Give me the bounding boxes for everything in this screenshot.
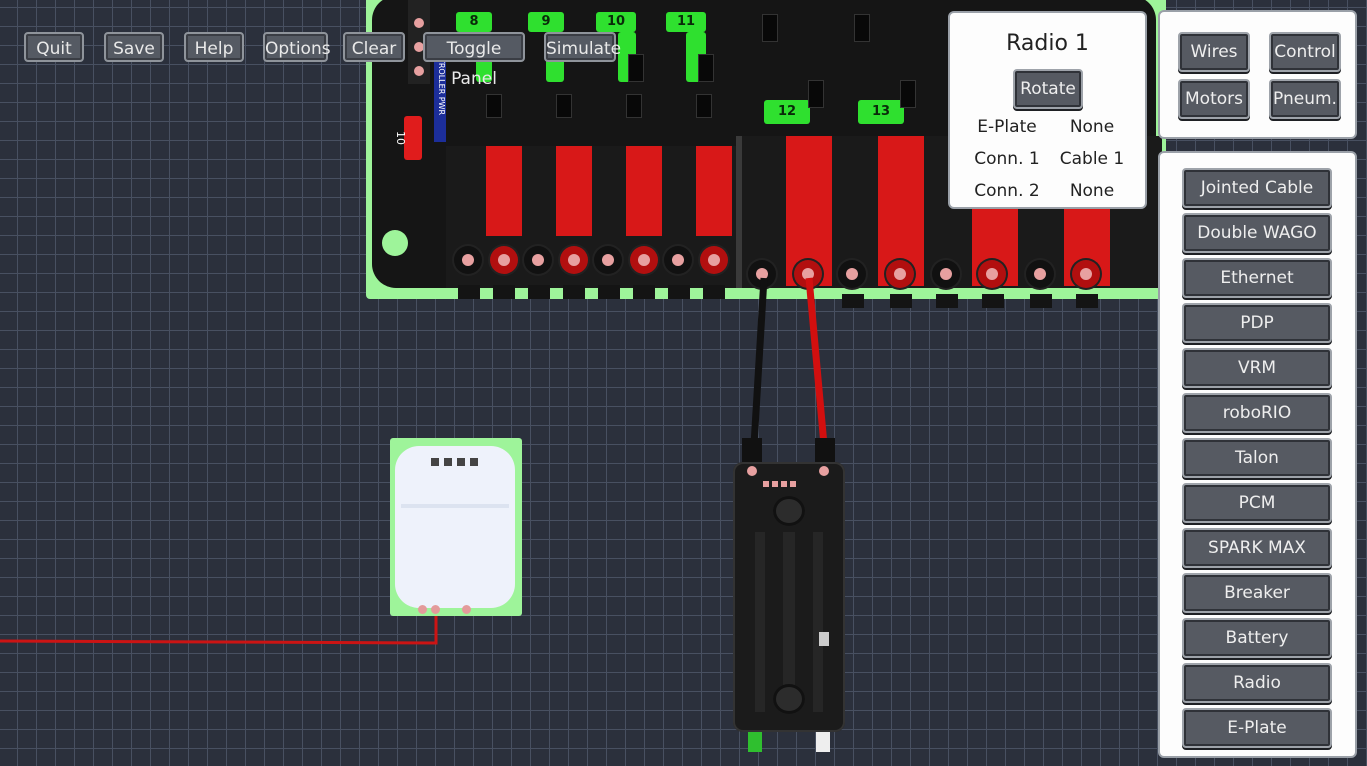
red-wire[interactable] [805,277,828,446]
signal-pins [763,481,797,487]
component-pdp[interactable]: PDP [1182,303,1332,343]
radio-port[interactable] [431,605,440,614]
properties-title: Radio 1 [1006,31,1089,56]
components-panel: Jointed Cable Double WAGO Ethernet PDP V… [1158,151,1357,758]
black-wire[interactable] [750,277,768,446]
prop-key-conn2: Conn. 2 [974,181,1040,201]
output-connector-white [816,732,830,752]
options-button[interactable]: Options [263,32,331,62]
radio-body [395,446,515,608]
radio-leds [431,458,479,466]
component-battery[interactable]: Battery [1182,618,1332,658]
component-jointed-cable[interactable]: Jointed Cable [1182,168,1332,208]
help-button[interactable]: Help [184,32,244,62]
power-port[interactable] [819,466,829,476]
toggle-panel-button[interactable]: Toggle Panel [423,32,525,89]
rotate-button[interactable]: Rotate [1013,69,1083,109]
prop-key-conn1: Conn. 1 [974,149,1040,169]
motors-category-button[interactable]: Motors [1178,79,1250,119]
wires-category-button[interactable]: Wires [1178,32,1250,72]
connector-red [815,438,835,462]
component-roborio[interactable]: roboRIO [1182,393,1332,433]
connector-black [742,438,762,462]
output-connector-green [748,732,762,752]
component-e-plate[interactable]: E-Plate [1182,708,1332,748]
component-radio[interactable]: Radio [1182,663,1332,703]
properties-panel: Radio 1 Rotate E-Plate None Conn. 1 Cabl… [948,11,1147,209]
red-signal-wire[interactable] [0,612,438,645]
radio-port[interactable] [462,605,471,614]
motor-controller[interactable] [733,462,845,732]
component-double-wago[interactable]: Double WAGO [1182,213,1332,253]
controller-rib [813,532,823,712]
prop-value-conn1: Cable 1 [1059,149,1125,169]
status-led [819,632,829,646]
radio-port[interactable] [418,605,427,614]
quit-button[interactable]: Quit [24,32,84,62]
component-spark-max[interactable]: SPARK MAX [1182,528,1332,568]
radio-seam [401,504,509,508]
mount-hole [773,496,805,526]
control-category-button[interactable]: Control [1269,32,1341,72]
component-talon[interactable]: Talon [1182,438,1332,478]
radio-device[interactable] [390,438,522,616]
clear-button[interactable]: Clear [343,32,405,62]
prop-value-eplate: None [1069,117,1115,137]
prop-value-conn2: None [1069,181,1115,201]
component-breaker[interactable]: Breaker [1182,573,1332,613]
power-port[interactable] [747,466,757,476]
component-vrm[interactable]: VRM [1182,348,1332,388]
pneumatics-category-button[interactable]: Pneum. [1269,79,1341,119]
component-ethernet[interactable]: Ethernet [1182,258,1332,298]
category-panel: Wires Control Motors Pneum. [1158,10,1357,139]
prop-key-eplate: E-Plate [977,117,1037,137]
mount-hole [773,684,805,714]
controller-rib [755,532,765,712]
save-button[interactable]: Save [104,32,164,62]
component-pcm[interactable]: PCM [1182,483,1332,523]
simulate-button[interactable]: Simulate [544,32,621,62]
